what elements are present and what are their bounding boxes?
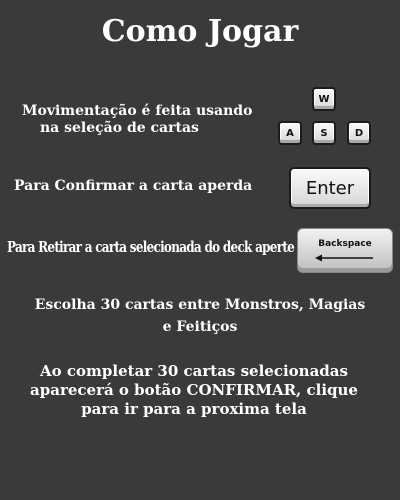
- movement-text-line1: Movimentação é feita usando: [22, 103, 253, 119]
- movement-text-line2: na seleção de cartas: [40, 120, 199, 136]
- choose-text-line1: Escolha 30 cartas entre Monstros, Magias: [34, 297, 366, 313]
- complete-text-line2: aparecerá o botão CONFIRMAR, clique: [30, 381, 358, 399]
- a-key: A: [278, 121, 302, 145]
- w-key: W: [312, 87, 336, 111]
- s-key-label: S: [320, 127, 328, 139]
- complete-text-line1: Ao completar 30 cartas selecionadas: [40, 362, 348, 380]
- backspace-key-label: Backspace: [318, 239, 372, 249]
- backspace-key: Backspace: [297, 228, 393, 273]
- confirm-text: Para Confirmar a carta aperda: [14, 178, 253, 194]
- d-key: D: [347, 121, 371, 145]
- choose-text-line2: e Feitiços: [162, 319, 238, 335]
- complete-text: Ao completar 30 cartas selecionadas apar…: [0, 362, 394, 419]
- enter-key: Enter: [289, 167, 371, 209]
- remove-text: Para Retirar a carta selecionada do deck…: [7, 238, 295, 256]
- left-arrow-icon: [315, 254, 373, 262]
- d-key-label: D: [354, 127, 364, 139]
- complete-text-line3: para ir para a proxima tela: [81, 400, 307, 418]
- page-title: Como Jogar: [101, 14, 299, 49]
- a-key-label: A: [286, 127, 294, 139]
- choose-text: Escolha 30 cartas entre Monstros, Magias…: [0, 294, 400, 338]
- enter-key-label: Enter: [305, 177, 355, 199]
- w-key-label: W: [318, 93, 330, 105]
- s-key: S: [312, 121, 336, 145]
